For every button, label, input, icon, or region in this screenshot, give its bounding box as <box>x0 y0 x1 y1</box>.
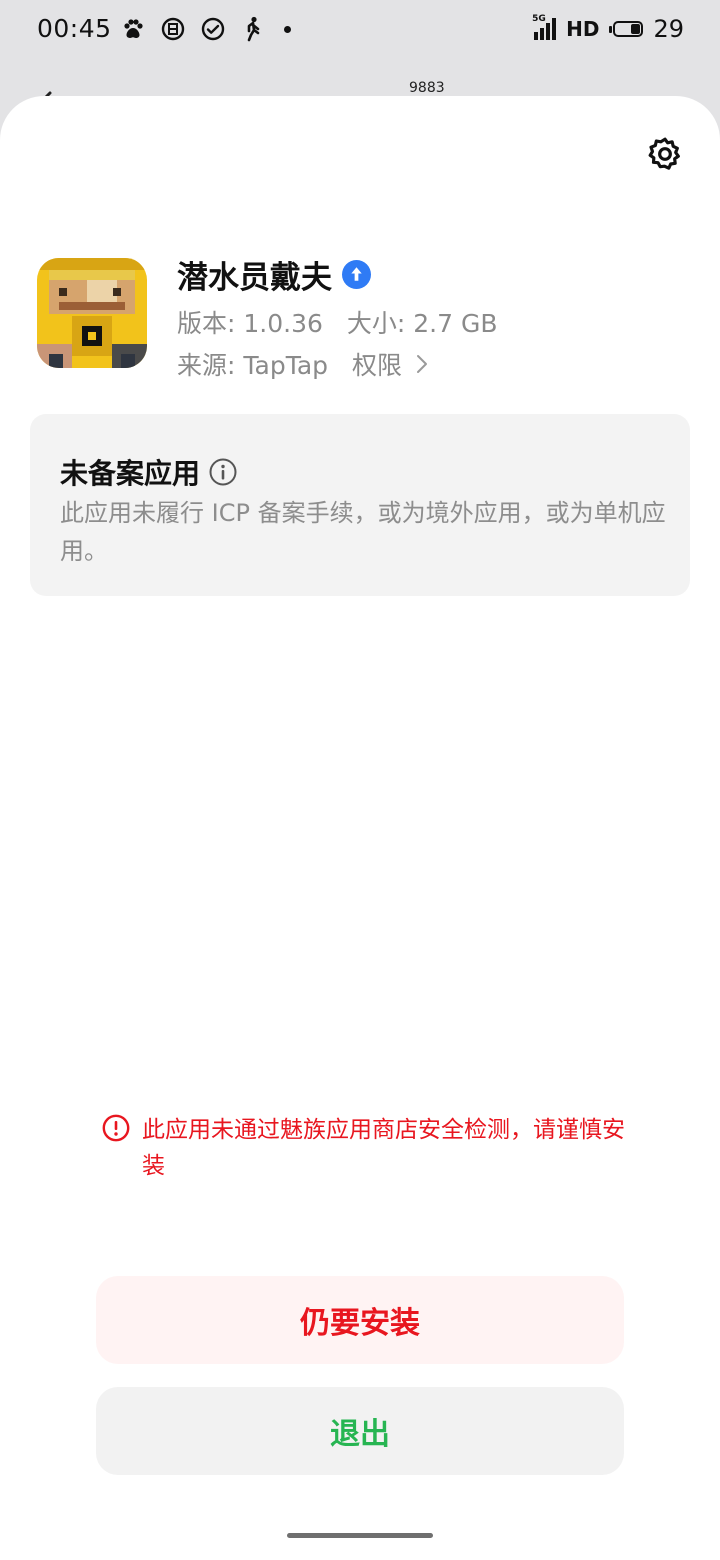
upload-arrow-icon <box>342 260 371 289</box>
hd-label: HD <box>566 17 600 41</box>
notice-title: 未备案应用 <box>60 457 201 490</box>
signal-type-label: 5G <box>532 14 546 24</box>
gear-icon <box>648 137 680 170</box>
permissions-label: 权限 <box>352 351 403 380</box>
home-indicator[interactable] <box>287 1533 433 1538</box>
walking-icon <box>240 16 266 42</box>
app-icon <box>37 258 147 368</box>
app-title-row: 潜水员戴夫 <box>177 252 371 297</box>
dot-icon <box>284 25 291 33</box>
status-system-icons: 5G HD 29 <box>532 14 684 43</box>
install-anyway-button[interactable]: 仍要安装 <box>96 1276 624 1364</box>
app-source-row: 来源: TapTap 权限 <box>177 346 428 382</box>
info-icon[interactable] <box>208 457 238 487</box>
notice-body: 此应用未履行 ICP 备案手续，或为境外应用，或为单机应用。 <box>60 499 666 565</box>
battery-level: 29 <box>653 15 684 43</box>
permissions-link[interactable]: 权限 <box>352 346 428 382</box>
battery-icon <box>609 21 644 37</box>
app-name: 潜水员戴夫 <box>177 260 332 296</box>
status-time: 00:45 <box>37 14 112 43</box>
app-meta-row: 版本: 1.0.36 大小: 2.7 GB <box>177 304 498 340</box>
status-bar: 00:45 5G HD 29 <box>0 0 720 62</box>
security-warning: 此应用未通过魅族应用商店安全检测，请谨慎安装 <box>102 1112 642 1184</box>
exit-button[interactable]: 退出 <box>96 1387 624 1475</box>
behind-count-badge: 9883 <box>409 80 445 96</box>
warning-text: 此应用未通过魅族应用商店安全检测，请谨慎安装 <box>142 1117 625 1179</box>
unregistered-app-notice: 未备案应用 此应用未履行 ICP 备案手续，或为境外应用，或为单机应用。 <box>30 414 690 596</box>
paw-icon <box>120 16 146 42</box>
warning-icon <box>102 1114 130 1142</box>
e-icon <box>160 16 186 42</box>
app-source: 来源: TapTap <box>177 351 329 380</box>
app-version: 版本: 1.0.36 <box>177 309 323 338</box>
signal-icon: 5G <box>532 14 557 40</box>
settings-button[interactable] <box>644 134 686 176</box>
check-circle-icon <box>200 16 226 42</box>
notice-title-row: 未备案应用 <box>60 452 238 492</box>
status-notification-icons <box>120 16 291 42</box>
chevron-right-icon <box>417 355 428 373</box>
app-size: 大小: 2.7 GB <box>346 309 498 338</box>
